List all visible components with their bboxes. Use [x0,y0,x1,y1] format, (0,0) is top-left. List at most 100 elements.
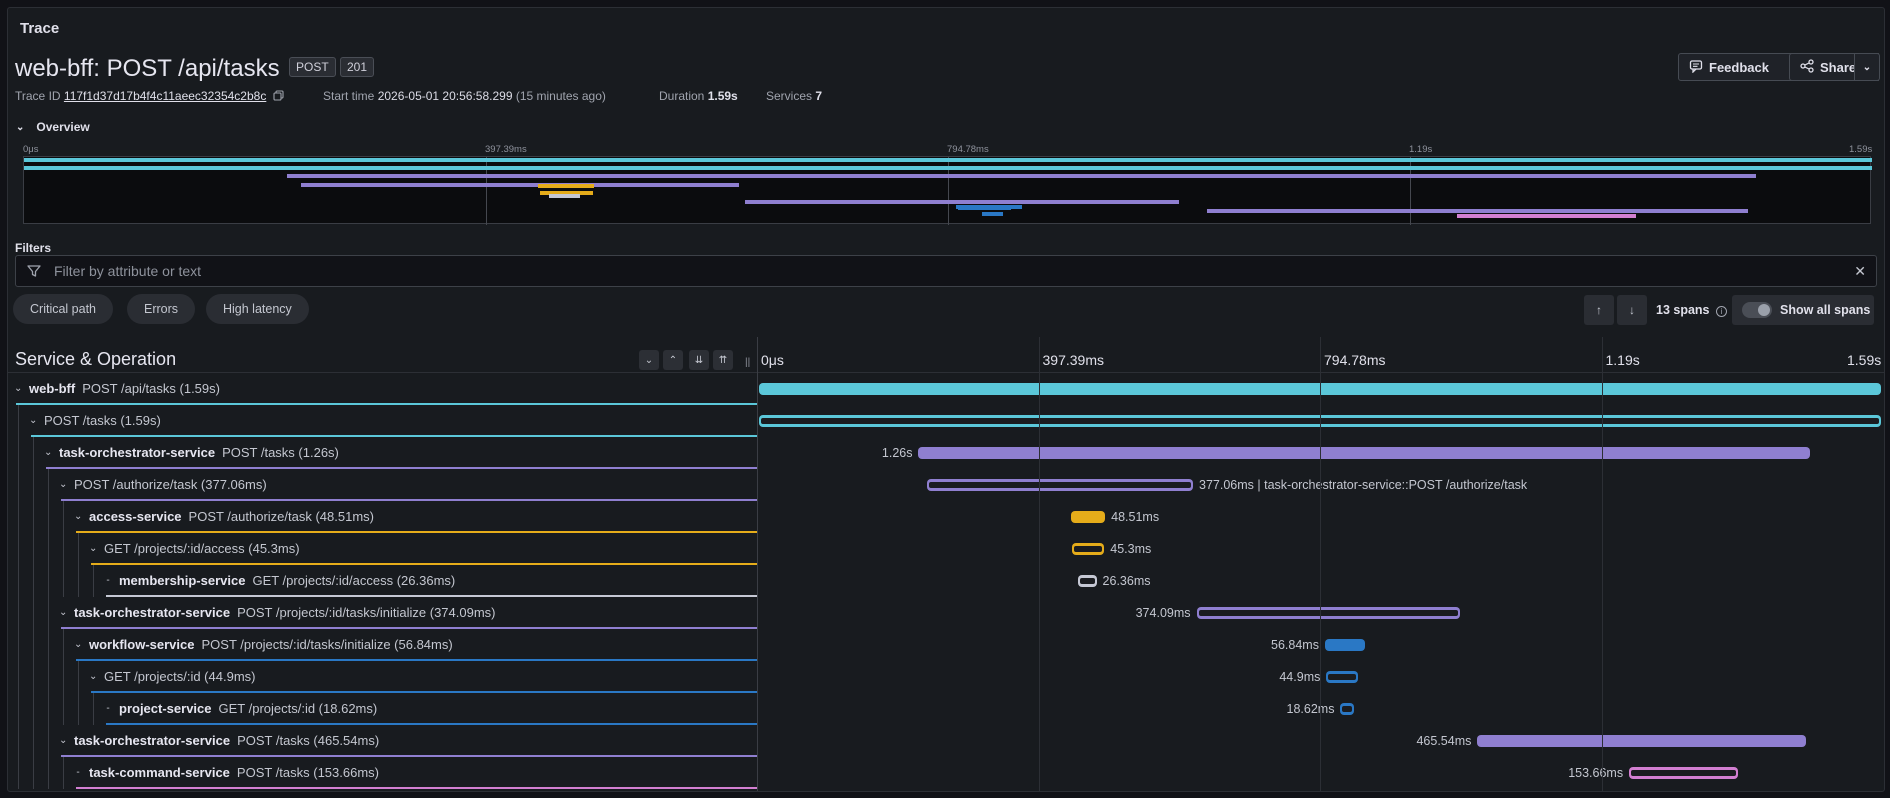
trace-title: web-bff: POST /api/tasks [15,55,280,82]
span-name-cell[interactable]: ⌄ POST /authorize/task (377.06ms) [8,469,758,501]
expand-all-icon[interactable]: ⇈ [713,350,733,370]
minimap-span-bar [286,174,1756,178]
span-operation: GET /projects/:id/access (45.3ms) [104,541,300,556]
span-service-name: web-bff [29,381,76,396]
span-name-cell[interactable]: - task-command-service POST /tasks (153.66… [8,757,758,789]
span-name-cell[interactable]: ⌄ POST /tasks (1.59s) [8,405,758,437]
chip-critical-path[interactable]: Critical path [13,294,113,324]
chevron-down-icon[interactable]: ⌄ [59,607,67,618]
next-match-button[interactable]: ↓ [1617,295,1647,325]
span-row[interactable]: ⌄ workflow-service POST /projects/:id/task… [8,629,1884,661]
tree-guide [48,661,49,693]
show-all-spans-toggle[interactable]: Show all spans [1732,295,1874,325]
resize-handle[interactable]: || [745,357,750,368]
prev-match-button[interactable]: ↑ [1584,295,1614,325]
span-name-cell[interactable]: ⌄ GET /projects/:id (44.9ms) [8,661,758,693]
span-bar[interactable] [1340,703,1354,715]
tree-guide [78,533,79,565]
span-row[interactable]: ⌄ GET /projects/:id/access (45.3ms) 45.3ms [8,533,1884,565]
timeline-gridline [1601,337,1603,791]
span-bar[interactable] [1070,511,1106,523]
chevron-down-icon: ⌄ [16,121,25,133]
span-name-cell[interactable]: ⌄ task-orchestrator-service POST /projects… [8,597,758,629]
chevron-down-icon[interactable]: ⌄ [74,511,82,522]
span-row[interactable]: - project-service GET /projects/:id (18.62… [8,693,1884,725]
span-row[interactable]: ⌄ POST /tasks (1.59s) [8,405,1884,437]
span-operation: POST /tasks (465.54ms) [237,733,380,748]
span-bar-inner [928,482,1191,488]
span-duration-label: 18.62ms [1286,702,1335,716]
span-bar[interactable] [1072,543,1105,555]
timeline-header: Service & Operation ⌄ ⌃ ⇊ ⇈ || 0μs 397.39… [8,337,1884,373]
span-label: ⌄ access-service POST /authorize/task (48.… [74,501,374,532]
span-label: ⌄ task-orchestrator-service POST /tasks (4… [59,725,379,756]
span-operation: POST /api/tasks (1.59s) [82,381,220,396]
chevron-down-icon[interactable]: ⌄ [14,383,22,394]
chevron-down-icon[interactable]: ⌄ [89,543,97,554]
chevron-down-icon[interactable]: ⌄ [89,671,97,682]
feedback-button[interactable]: Feedback [1678,53,1804,81]
span-name-cell[interactable]: ⌄ access-service POST /authorize/task (48.… [8,501,758,533]
span-label: ⌄ GET /projects/:id (44.9ms) [89,661,255,692]
copy-icon[interactable] [273,90,284,104]
tree-guide [93,693,94,725]
span-label: ⌄ POST /tasks (1.59s) [29,405,161,436]
filter-input[interactable]: Filter by attribute or text ✕ [15,255,1877,287]
expand-one-icon[interactable]: ⌃ [663,350,683,370]
chevron-down-icon[interactable]: ⌄ [59,735,67,746]
span-row[interactable]: ⌄ access-service POST /authorize/task (48.… [8,501,1884,533]
span-service-name: membership-service [119,573,246,588]
share-dropdown-button[interactable]: ⌄ [1854,53,1880,81]
span-name-cell[interactable]: ⌄ web-bff POST /api/tasks (1.59s) [8,373,758,405]
span-name-cell[interactable]: ⌄ task-orchestrator-service POST /tasks (4… [8,725,758,757]
span-row[interactable]: ⌄ POST /authorize/task (377.06ms) 377.06ms… [8,469,1884,501]
span-row[interactable]: ⌄ web-bff POST /api/tasks (1.59s) [8,373,1884,405]
span-name-cell[interactable]: - project-service GET /projects/:id (18.62… [8,693,758,725]
toggle-switch[interactable] [1742,302,1772,318]
tree-guide [18,533,19,565]
span-name-cell[interactable]: - membership-service GET /projects/:id/acc… [8,565,758,597]
collapse-one-icon[interactable]: ⌄ [639,350,659,370]
overview-minimap[interactable] [23,156,1872,225]
span-bar[interactable] [1196,607,1461,619]
collapse-all-icon[interactable]: ⇊ [689,350,709,370]
span-row[interactable]: - task-command-service POST /tasks (153.66… [8,757,1884,789]
chip-errors[interactable]: Errors [127,294,196,324]
span-bar[interactable] [1326,671,1359,683]
chevron-down-icon[interactable]: ⌄ [29,415,37,426]
share-label: Share [1820,59,1857,75]
span-name-cell[interactable]: ⌄ workflow-service POST /projects/:id/task… [8,629,758,661]
close-icon[interactable]: ✕ [1854,263,1866,280]
span-bar[interactable] [926,479,1193,491]
span-service-name: task-orchestrator-service [59,445,216,460]
chevron-down-icon[interactable]: ⌄ [59,479,67,490]
span-row[interactable]: ⌄ task-orchestrator-service POST /tasks (1… [8,437,1884,469]
span-bar[interactable] [1477,735,1806,747]
span-label: - project-service GET /projects/:id (18.62… [104,693,377,724]
chevron-down-icon[interactable]: ⌄ [74,639,82,650]
span-row[interactable]: - membership-service GET /projects/:id/acc… [8,565,1884,597]
span-name-cell[interactable]: ⌄ GET /projects/:id/access (45.3ms) [8,533,758,565]
tree-guide [33,501,34,533]
start-time-meta: Start time 2026-05-01 20:56:58.299 (15 m… [323,89,606,103]
span-bar[interactable] [918,447,1811,459]
overview-toggle[interactable]: ⌄ Overview [16,120,90,134]
span-bar[interactable] [1077,575,1097,587]
span-bar-inner [1342,706,1352,712]
span-row[interactable]: ⌄ task-orchestrator-service POST /projects… [8,597,1884,629]
tree-guide [33,693,34,725]
span-row[interactable]: ⌄ task-orchestrator-service POST /tasks (4… [8,725,1884,757]
span-duration-label: 45.3ms [1110,542,1152,556]
span-bar[interactable] [1324,639,1366,651]
chevron-down-icon[interactable]: ⌄ [44,447,52,458]
trace-id-link[interactable]: 117f1d37d17b4f4c11aeec32354c2b8c [64,89,266,103]
tree-guide [33,757,34,789]
tree-guide [63,629,64,661]
span-name-cell[interactable]: ⌄ task-orchestrator-service POST /tasks (1… [8,437,758,469]
span-row[interactable]: ⌄ GET /projects/:id (44.9ms) 44.9ms [8,661,1884,693]
chip-high-latency[interactable]: High latency [206,294,309,324]
span-service-name: task-command-service [89,765,230,780]
span-bar[interactable] [1629,767,1738,779]
tree-guide [48,501,49,533]
span-bar-inner [1079,578,1095,584]
